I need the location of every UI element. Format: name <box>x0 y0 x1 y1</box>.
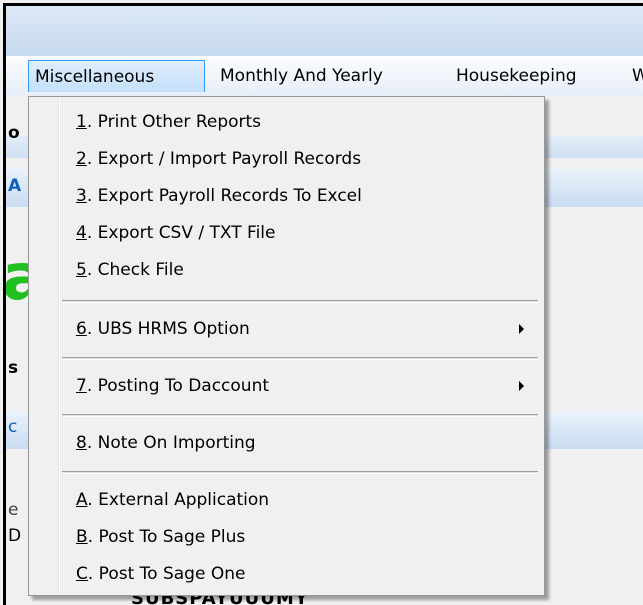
menu-item-accelerator: B <box>76 527 88 547</box>
menu-item-label: . Export / Import Payroll Records <box>86 149 362 169</box>
menu-item-label: . Posting To Daccount <box>86 376 270 396</box>
menu-separator <box>62 357 538 360</box>
menu-item-accelerator: 1 <box>76 112 87 132</box>
menu-item-accelerator: A <box>76 490 88 510</box>
background-text: o <box>8 123 20 143</box>
menu-item-label: . Print Other Reports <box>86 112 262 132</box>
menu-item-accelerator: 5 <box>76 260 87 280</box>
menu-housekeeping[interactable]: Housekeeping <box>450 60 583 92</box>
menu-item-print-other-reports[interactable]: 1. Print Other Reports <box>31 105 542 139</box>
menu-w[interactable]: W <box>628 60 643 92</box>
menu-item-label: . Check File <box>86 260 184 280</box>
submenu-arrow-icon <box>519 381 524 391</box>
menu-item-accelerator: 6 <box>76 319 87 339</box>
menu-bar: Miscellaneous Monthly And Yearly Houseke… <box>6 56 643 96</box>
menu-item-accelerator: C <box>76 564 88 584</box>
background-text: c <box>8 417 18 437</box>
menu-item-note-on-importing[interactable]: 8. Note On Importing <box>31 426 542 460</box>
background-text: D <box>8 526 22 546</box>
menu-monthly-and-yearly[interactable]: Monthly And Yearly <box>214 60 389 92</box>
background-text: e <box>8 500 19 520</box>
menu-item-accelerator: 3 <box>76 186 87 206</box>
menu-item-label: . Export CSV / TXT File <box>86 223 276 243</box>
menu-item-label: . External Application <box>87 490 270 510</box>
menu-separator <box>62 471 538 474</box>
menu-item-accelerator: 8 <box>76 433 87 453</box>
menu-item-label: . Export Payroll Records To Excel <box>86 186 362 206</box>
menu-item-posting-to-daccount[interactable]: 7. Posting To Daccount <box>31 369 542 403</box>
menu-item-check-file[interactable]: 5. Check File <box>31 253 542 287</box>
menu-item-label: . Post To Sage Plus <box>87 527 246 547</box>
menu-item-export-import-payroll-records[interactable]: 2. Export / Import Payroll Records <box>31 142 542 176</box>
menu-item-post-to-sage-plus[interactable]: B. Post To Sage Plus <box>31 520 542 554</box>
menu-item-accelerator: 4 <box>76 223 87 243</box>
menu-item-export-csv-txt-file[interactable]: 4. Export CSV / TXT File <box>31 216 542 250</box>
menu-item-post-to-sage-one[interactable]: C. Post To Sage One <box>31 557 542 591</box>
application-window: o A a s c e D SUBSPAYUUUMY Miscellaneous… <box>3 3 643 605</box>
background-text: s <box>8 358 19 378</box>
menu-item-accelerator: 2 <box>76 149 87 169</box>
menu-item-external-application[interactable]: A. External Application <box>31 483 542 517</box>
menu-item-ubs-hrms-option[interactable]: 6. UBS HRMS Option <box>31 312 542 346</box>
menu-item-accelerator: 7 <box>76 376 87 396</box>
title-bar <box>6 6 643 56</box>
background-text: A <box>8 176 22 196</box>
submenu-arrow-icon <box>519 324 524 334</box>
menu-separator <box>62 414 538 417</box>
menu-item-label: . Note On Importing <box>86 433 256 453</box>
miscellaneous-dropdown-menu: 1. Print Other Reports 2. Export / Impor… <box>28 96 545 596</box>
menu-separator <box>62 300 538 303</box>
menu-item-label: . Post To Sage One <box>87 564 246 584</box>
menu-miscellaneous[interactable]: Miscellaneous <box>28 60 205 92</box>
menu-item-label: . UBS HRMS Option <box>86 319 250 339</box>
menu-item-export-payroll-records-to-excel[interactable]: 3. Export Payroll Records To Excel <box>31 179 542 213</box>
